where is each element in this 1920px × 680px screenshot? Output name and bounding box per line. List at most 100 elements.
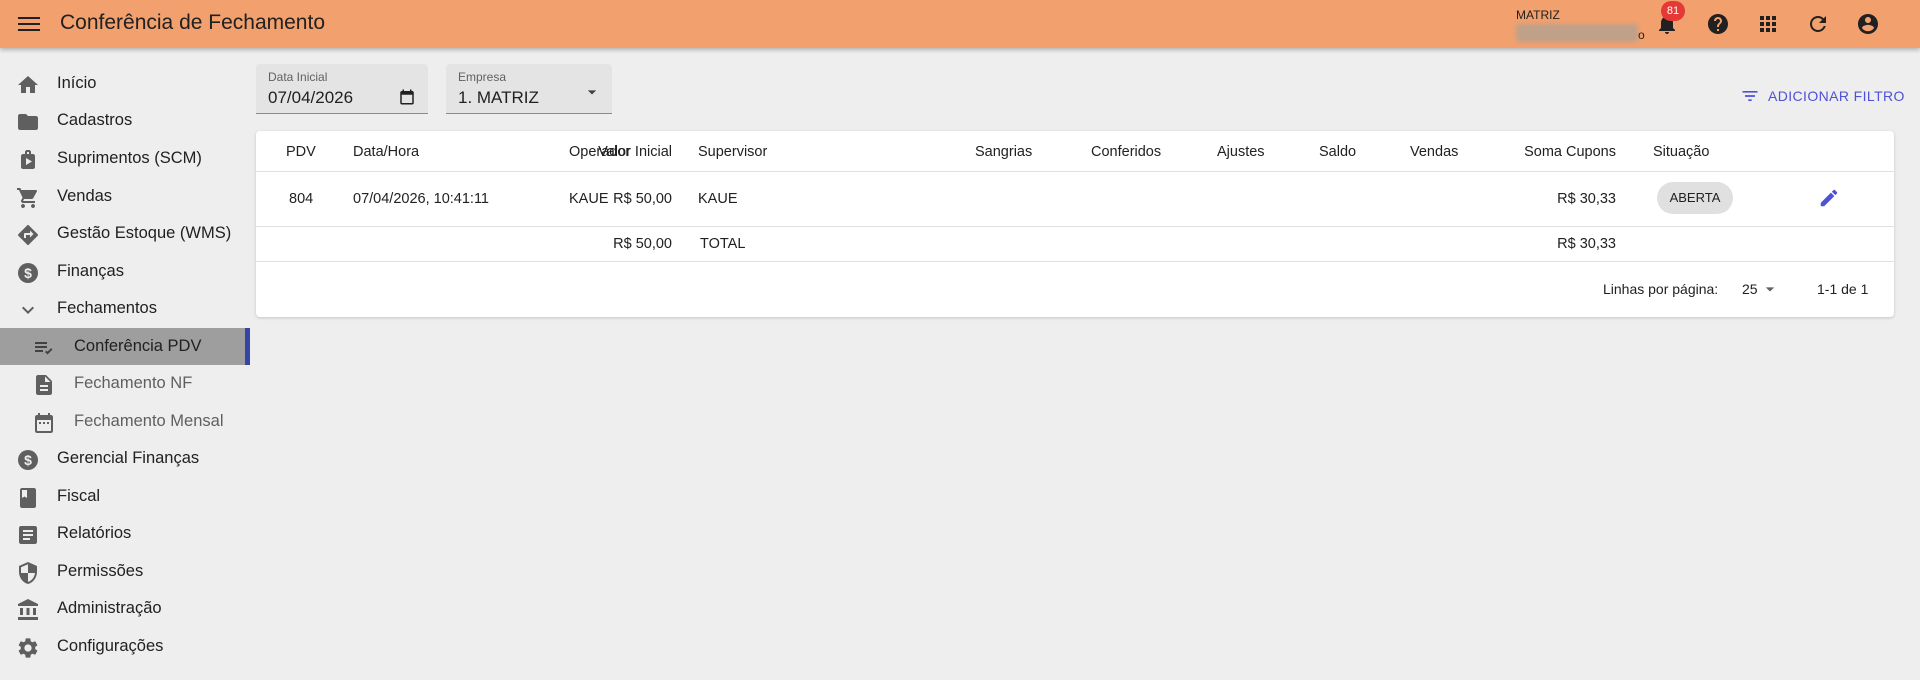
dropdown-arrow-icon bbox=[1765, 287, 1775, 292]
sidebar-item-fechamento-mensal[interactable]: Fechamento Mensal bbox=[0, 403, 250, 440]
company-selector[interactable]: MATRIZ o bbox=[1516, 8, 1645, 44]
total-initial-value: R$ 50,00 bbox=[613, 236, 672, 252]
total-coupons-sum: R$ 30,33 bbox=[1557, 236, 1616, 252]
chevron-down-icon bbox=[22, 306, 34, 314]
sidebar-item-label: Início bbox=[57, 74, 97, 92]
row-divider bbox=[256, 226, 1894, 227]
page-title: Conferência de Fechamento bbox=[60, 11, 325, 34]
bank-icon bbox=[18, 599, 38, 620]
calendar-icon bbox=[35, 413, 53, 433]
sidebar-item-label: Conferência PDV bbox=[74, 337, 202, 355]
sidebar-item-label: Gestão Estoque (WMS) bbox=[57, 224, 232, 242]
refresh-icon[interactable] bbox=[1806, 12, 1830, 36]
book-icon bbox=[20, 488, 36, 508]
rows-per-page-label: Linhas por página: bbox=[1603, 281, 1719, 297]
sidebar-item-administracao[interactable]: Administração bbox=[0, 590, 250, 627]
notification-badge: 81 bbox=[1661, 1, 1685, 21]
rows-per-page-value: 25 bbox=[1742, 281, 1758, 297]
filter-icon bbox=[1742, 91, 1758, 101]
column-header: Sangrias bbox=[975, 144, 1033, 160]
sidebar-item-gerencial-financas[interactable]: $ Gerencial Finanças bbox=[0, 440, 250, 477]
sidebar-item-fiscal[interactable]: Fiscal bbox=[0, 478, 250, 515]
help-icon[interactable] bbox=[1706, 12, 1730, 36]
cell-coupons-sum: R$ 30,33 bbox=[1557, 191, 1616, 207]
sidebar-item-label: Relatórios bbox=[57, 524, 132, 542]
total-label: TOTAL bbox=[700, 236, 746, 252]
company-filter-value: 1. MATRIZ bbox=[458, 88, 539, 107]
dollar-circle-icon: $ bbox=[18, 450, 38, 470]
sidebar-item-label: Fechamento NF bbox=[74, 374, 193, 392]
checklist-icon bbox=[35, 342, 53, 355]
sidebar-item-label: Fechamento Mensal bbox=[74, 412, 224, 430]
sidebar: Início Cadastros Suprimentos (SCM) Venda… bbox=[0, 48, 250, 680]
apps-grid-icon[interactable] bbox=[1756, 12, 1780, 36]
sidebar-item-inicio[interactable]: Início bbox=[0, 65, 250, 102]
cell-operator: KAUE bbox=[569, 191, 609, 207]
date-filter-field[interactable]: Data Inicial 07/04/2026 bbox=[256, 64, 428, 114]
app-bar: Conferência de Fechamento MATRIZ o 81 bbox=[0, 0, 1920, 48]
blurred-user-name bbox=[1516, 24, 1638, 42]
calendar-picker-icon[interactable] bbox=[398, 88, 416, 106]
column-header: Conferidos bbox=[1091, 144, 1162, 160]
dollar-circle-icon: $ bbox=[18, 263, 38, 283]
edit-icon[interactable] bbox=[1818, 187, 1840, 209]
column-header: Supervisor bbox=[698, 144, 768, 160]
column-header: Situação bbox=[1653, 144, 1710, 160]
sidebar-item-label: Fechamentos bbox=[57, 299, 157, 317]
company-filter-label: Empresa bbox=[458, 70, 507, 84]
pagination-range: 1-1 de 1 bbox=[1817, 281, 1869, 297]
company-filter-select[interactable]: Empresa 1. MATRIZ bbox=[446, 64, 612, 114]
sidebar-item-label: Suprimentos (SCM) bbox=[57, 149, 202, 167]
sidebar-item-cadastros[interactable]: Cadastros bbox=[0, 102, 250, 139]
sidebar-item-fechamento-nf[interactable]: Fechamento NF bbox=[0, 365, 250, 402]
company-label: MATRIZ bbox=[1516, 8, 1560, 22]
date-filter-value[interactable]: 07/04/2026 bbox=[268, 88, 353, 108]
cell-initial-value: R$ 50,00 bbox=[613, 191, 672, 207]
sidebar-item-label: Administração bbox=[57, 599, 162, 617]
cart-icon bbox=[17, 188, 38, 208]
cell-datetime: 07/04/2026, 10:41:11 bbox=[353, 191, 489, 207]
sidebar-item-financas[interactable]: $ Finanças bbox=[0, 253, 250, 290]
sidebar-item-label: Permissões bbox=[57, 562, 144, 580]
sidebar-item-label: Finanças bbox=[57, 262, 124, 280]
menu-icon[interactable] bbox=[18, 14, 40, 34]
folder-icon bbox=[18, 114, 38, 130]
header-divider bbox=[256, 171, 1894, 172]
sidebar-item-gestao-estoque[interactable]: Gestão Estoque (WMS) bbox=[0, 215, 250, 252]
column-header: Valor Inicial bbox=[598, 144, 672, 160]
total-divider bbox=[256, 261, 1894, 262]
gear-icon bbox=[18, 638, 38, 658]
column-header: Saldo bbox=[1319, 144, 1357, 160]
column-header: Vendas bbox=[1410, 144, 1459, 160]
sidebar-item-suprimentos[interactable]: Suprimentos (SCM) bbox=[0, 140, 250, 177]
sidebar-item-label: Gerencial Finanças bbox=[57, 449, 200, 467]
add-filter-button[interactable]: ADICIONAR FILTRO bbox=[1740, 86, 1905, 106]
home-icon bbox=[18, 76, 38, 93]
sidebar-item-vendas[interactable]: Vendas bbox=[0, 178, 250, 215]
supplies-icon bbox=[21, 150, 35, 169]
column-header: Ajustes bbox=[1217, 144, 1265, 160]
sidebar-item-relatorios[interactable]: Relatórios bbox=[0, 515, 250, 552]
sidebar-item-fechamentos[interactable]: Fechamentos bbox=[0, 290, 250, 327]
company-tail-text: o bbox=[1638, 28, 1645, 42]
sidebar-item-label: Fiscal bbox=[57, 487, 101, 505]
sidebar-item-permissoes[interactable]: Permissões bbox=[0, 553, 250, 590]
column-header: PDV bbox=[286, 144, 316, 160]
sidebar-item-configuracoes[interactable]: Configurações bbox=[0, 628, 250, 665]
closing-table: PDV Data/Hora Operador Supervisor Valor … bbox=[256, 131, 1894, 317]
cell-pdv: 804 bbox=[289, 191, 314, 207]
rows-per-page-select[interactable]: 25 bbox=[1742, 279, 1782, 301]
shield-icon bbox=[19, 562, 37, 584]
column-header: Data/Hora bbox=[353, 144, 420, 160]
directions-icon bbox=[18, 224, 39, 245]
report-icon bbox=[19, 526, 37, 544]
account-icon[interactable] bbox=[1856, 12, 1880, 36]
dropdown-arrow-icon bbox=[587, 90, 597, 95]
svg-text:$: $ bbox=[24, 265, 32, 281]
sidebar-item-label: Configurações bbox=[57, 637, 164, 655]
sidebar-item-label: Vendas bbox=[57, 187, 113, 205]
sidebar-item-conferencia-pdv[interactable]: Conferência PDV bbox=[0, 328, 250, 365]
status-badge: ABERTA bbox=[1657, 182, 1733, 214]
date-filter-label: Data Inicial bbox=[268, 70, 328, 84]
add-filter-label: ADICIONAR FILTRO bbox=[1768, 88, 1905, 104]
